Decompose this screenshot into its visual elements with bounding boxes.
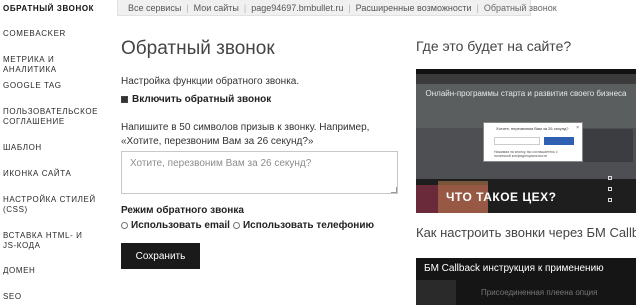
- video-player[interactable]: БМ Callback инструкция к применению Прис…: [416, 258, 636, 305]
- sidebar-item-template[interactable]: Шаблон: [3, 143, 97, 153]
- callback-mode-options: Использовать email Использовать телефони…: [121, 220, 377, 231]
- breadcrumb-current: Обратный звонок: [483, 2, 557, 13]
- breadcrumb: Все сервисы | Мои сайты | page94697.bmbu…: [117, 0, 557, 16]
- sidebar-item-css[interactable]: Настройка стилей (CSS): [3, 195, 97, 215]
- callback-mode-label: Режим обратного звонка: [121, 205, 244, 216]
- breadcrumb-separator: |: [348, 2, 351, 13]
- site-preview-image: Онлайн-программы старта и развития своег…: [416, 69, 636, 213]
- resize-handle-icon[interactable]: [391, 187, 397, 193]
- video-subtitle: Присоединенная плеена опция: [481, 288, 598, 297]
- preview-square-icon: [608, 198, 612, 202]
- breadcrumb-separator: |: [186, 2, 189, 13]
- preview-widget-input: [494, 137, 540, 145]
- radio-use-telephony-label: Использовать телефонию: [242, 220, 375, 231]
- breadcrumb-separator: |: [243, 2, 247, 13]
- sidebar-item-metrics[interactable]: Метрика и аналитика: [3, 55, 97, 75]
- sidebar-item-html-js[interactable]: Вставка HTML- и JS-кода: [3, 231, 97, 251]
- video-thumbnail: [416, 280, 456, 305]
- preview-callback-widget: Хотите, перезвоним Вам за 26 секунд? × Н…: [483, 122, 583, 162]
- enable-callback-checkbox[interactable]: Включить обратный звонок: [121, 94, 271, 105]
- preview-side-panel: [583, 129, 633, 162]
- preview-square-icon: [608, 187, 612, 191]
- settings-description: Настройка функции обратного звонка.: [121, 76, 300, 87]
- sidebar-item-callback[interactable]: Обратный звонок: [3, 4, 97, 14]
- callback-text-input[interactable]: [121, 151, 398, 194]
- radio-use-email-label: Использовать email: [131, 220, 230, 231]
- preview-widget-title: Хотите, перезвоним Вам за 26 секунд?: [496, 126, 569, 131]
- checkbox-checked-icon[interactable]: [121, 96, 128, 103]
- sidebar-item-domain[interactable]: Домен: [3, 266, 97, 276]
- preview-navbar: [416, 74, 636, 84]
- sidebar-item-comebacker[interactable]: Comebacker: [3, 29, 97, 39]
- sidebar-item-seo[interactable]: SEO: [3, 292, 97, 302]
- preview-widget-button: [544, 137, 574, 145]
- breadcrumb-my-sites[interactable]: Мои сайты: [194, 3, 239, 13]
- sidebar-item-user-agreement[interactable]: Пользовательское соглашение: [3, 107, 97, 127]
- close-icon: ×: [576, 125, 579, 131]
- preview-big-text: ЧТО ТАКОЕ ЦЕХ?: [446, 190, 557, 204]
- callback-hint: Напишите в 50 символов призыв к звонку. …: [121, 122, 370, 147]
- sidebar-item-google-tag[interactable]: Google Tag: [3, 81, 97, 91]
- preview-square-icon: [608, 176, 612, 180]
- video-heading: Как настроить звонки через БМ Callback: [416, 225, 636, 240]
- save-button[interactable]: Сохранить: [121, 243, 200, 269]
- radio-use-telephony[interactable]: Использовать телефонию: [232, 220, 375, 231]
- preview-heading: Где это будет на сайте?: [416, 38, 572, 54]
- radio-use-email[interactable]: Использовать email: [121, 220, 230, 231]
- page-title: Обратный звонок: [121, 38, 275, 59]
- preview-widget-footer: Нажимая на кнопку, вы соглашаетесь с пол…: [494, 150, 558, 158]
- breadcrumb-advanced[interactable]: Расширенные возможности: [356, 3, 472, 13]
- breadcrumb-all-services[interactable]: Все сервисы: [128, 3, 181, 13]
- preview-headline: Онлайн-программы старта и развития своег…: [425, 89, 627, 98]
- breadcrumb-separator: |: [476, 2, 479, 13]
- breadcrumb-site[interactable]: page94697.bmbullet.ru: [251, 3, 343, 13]
- radio-circle-icon[interactable]: [121, 222, 128, 229]
- enable-callback-label: Включить обратный звонок: [132, 94, 272, 105]
- sidebar: Обратный звонок Comebacker Метрика и ана…: [0, 0, 98, 305]
- video-title[interactable]: БМ Callback инструкция к применению: [424, 263, 604, 274]
- sidebar-item-favicon[interactable]: Иконка сайта: [3, 169, 97, 179]
- radio-circle-icon[interactable]: [232, 222, 240, 229]
